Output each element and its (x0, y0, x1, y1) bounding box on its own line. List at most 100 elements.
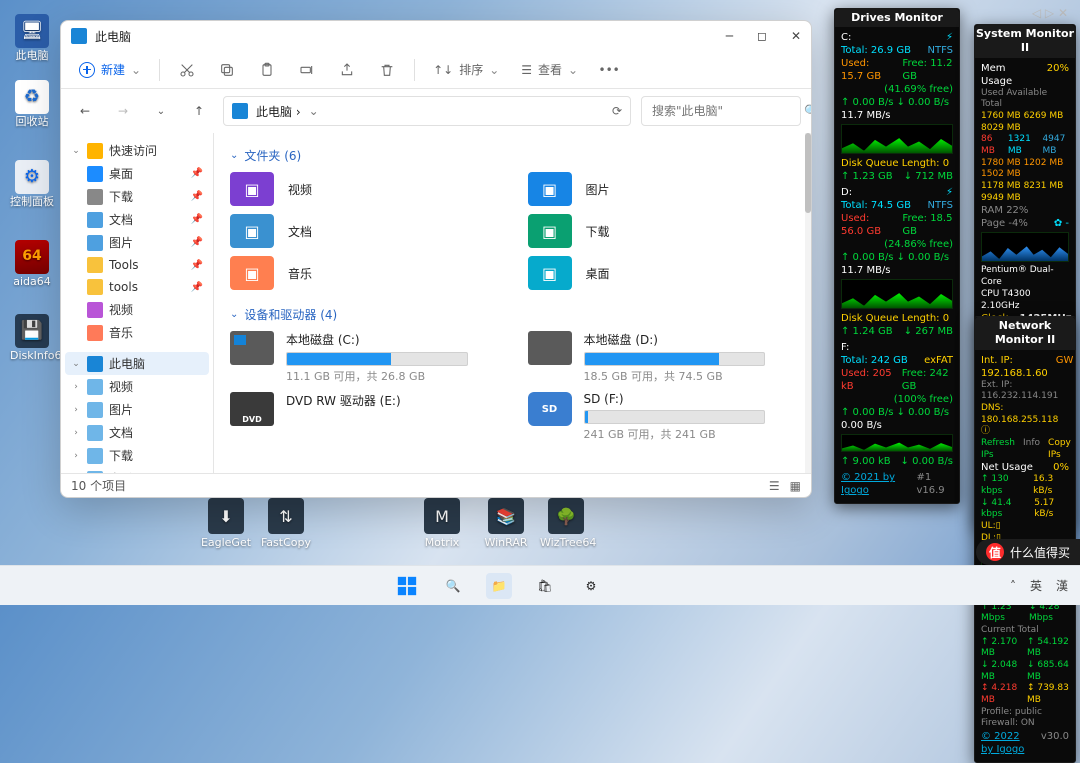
pc-icon (87, 356, 103, 372)
folder-图片[interactable]: ▣图片 (528, 172, 766, 206)
sidebar-item-文档[interactable]: 文档📌 (65, 208, 209, 231)
sort-dropdown[interactable]: ↑↓ 排序 ⌄ (423, 54, 509, 86)
up-button[interactable]: ↑ (185, 97, 213, 125)
window-icon (71, 28, 87, 44)
breadcrumb-dropdown-icon[interactable]: ⌄ (309, 104, 319, 118)
app-icon: 🌳 (548, 498, 584, 534)
app-icon: ⇅ (268, 498, 304, 534)
titlebar[interactable]: 此电脑 ─ ◻ ✕ (61, 21, 811, 51)
refresh-button[interactable]: ⟳ (612, 104, 622, 118)
rename-button[interactable] (288, 54, 326, 86)
cut-button[interactable] (168, 54, 206, 86)
gadget-top-controls[interactable]: ◁ ▷ ✕ (1032, 6, 1068, 20)
view-dropdown[interactable]: ☰ 查看 ⌄ (511, 54, 588, 86)
taskbar: 🔍 📁 🛍 ⚙ ˄ 英 漢 (0, 565, 1080, 605)
devices-group-header[interactable]: ⌄设备和驱动器 (4) (230, 306, 795, 323)
search-button[interactable]: 🔍 (440, 573, 466, 599)
desktop-icon-控制面板[interactable]: ⚙控制面板 (10, 160, 54, 208)
scrollbar[interactable] (805, 133, 811, 473)
maximize-button[interactable]: ◻ (757, 29, 767, 43)
desktop-icon-此电脑[interactable]: 🖥此电脑 (10, 14, 54, 62)
folder-icon: ▣ (528, 214, 572, 248)
new-button[interactable]: 新建 ⌄ (69, 54, 151, 86)
folder-桌面[interactable]: ▣桌面 (528, 256, 766, 290)
folders-group-header[interactable]: ⌄文件夹 (6) (230, 147, 795, 164)
close-button[interactable]: ✕ (791, 29, 801, 43)
breadcrumb-bar[interactable]: 此电脑 › ⌄ ⟳ (223, 96, 631, 126)
desktop-icon-回收站[interactable]: ♻回收站 (10, 80, 54, 128)
system-tray[interactable]: ˄ 英 漢 (998, 577, 1080, 594)
app-icon: 64 (15, 240, 49, 274)
sidebar-this-pc[interactable]: ⌄ 此电脑 (65, 352, 209, 375)
details-view-button[interactable]: ☰ (769, 479, 780, 493)
sidebar-item-图片[interactable]: ›图片 (65, 398, 209, 421)
sidebar-item-视频[interactable]: 视频 (65, 298, 209, 321)
copy-button[interactable] (208, 54, 246, 86)
folder-icon: ▣ (528, 172, 572, 206)
folder-icon: ▣ (230, 256, 274, 290)
sidebar-quick-access[interactable]: ⌄ 快速访问 (65, 139, 209, 162)
credit-link[interactable]: © 2021 by Igogo (841, 471, 908, 497)
sidebar-item-文档[interactable]: ›文档 (65, 421, 209, 444)
drive-SD (F:)[interactable]: SDSD (F:)241 GB 可用，共 241 GB (528, 392, 766, 442)
sidebar-item-tools[interactable]: tools📌 (65, 276, 209, 298)
share-button[interactable] (328, 54, 366, 86)
back-button[interactable]: ← (71, 97, 99, 125)
ime-indicator[interactable]: 英 (1030, 577, 1042, 594)
sidebar-item-下载[interactable]: 下载📌 (65, 185, 209, 208)
folder-文档[interactable]: ▣文档 (230, 214, 468, 248)
paste-button[interactable] (248, 54, 286, 86)
delete-button[interactable] (368, 54, 406, 86)
desktop-icon-WizTree64[interactable]: 🌳WizTree64 (540, 498, 592, 549)
folder-下载[interactable]: ▣下载 (528, 214, 766, 248)
credit-link[interactable]: © 2022 by Igogo (981, 730, 1033, 756)
folder-icon (87, 189, 103, 205)
forward-button[interactable]: → (109, 97, 137, 125)
desktop-icon-Motrix[interactable]: MMotrix (416, 498, 468, 549)
search-input[interactable] (650, 103, 804, 119)
drive-DVD RW 驱动器 (E:)[interactable]: DVDDVD RW 驱动器 (E:) (230, 392, 468, 442)
desktop-icon-WinRAR[interactable]: 📚WinRAR (480, 498, 532, 549)
folder-音乐[interactable]: ▣音乐 (230, 256, 468, 290)
drive-本地磁盘 (C:)[interactable]: 本地磁盘 (C:)11.1 GB 可用，共 26.8 GB (230, 331, 468, 384)
settings-button[interactable]: ⚙ (578, 573, 604, 599)
folder-icon (87, 235, 103, 251)
sidebar-item-下载[interactable]: ›下载 (65, 444, 209, 467)
sidebar-item-桌面[interactable]: 桌面📌 (65, 162, 209, 185)
search-icon: 🔍 (804, 104, 812, 118)
app-icon: ♻ (15, 80, 49, 114)
sidebar-item-图片[interactable]: 图片📌 (65, 231, 209, 254)
search-box[interactable]: 🔍 (641, 96, 801, 126)
file-explorer-window: 此电脑 ─ ◻ ✕ 新建 ⌄ ↑↓ 排序 ⌄ ☰ 查看 ⌄ ••• ← → ⌄ … (60, 20, 812, 498)
pin-icon: 📌 (191, 191, 203, 202)
app-icon: ⚙ (15, 160, 49, 194)
app-icon: 🖥 (15, 14, 49, 48)
recent-dropdown[interactable]: ⌄ (147, 97, 175, 125)
drive-本地磁盘 (D:)[interactable]: 本地磁盘 (D:)18.5 GB 可用，共 74.5 GB (528, 331, 766, 384)
desktop-icon-aida64[interactable]: 64aida64 (10, 240, 54, 288)
pin-icon: 📌 (191, 214, 203, 225)
sidebar-item-Tools[interactable]: Tools📌 (65, 254, 209, 276)
file-explorer-taskbar[interactable]: 📁 (486, 573, 512, 599)
sidebar: ⌄ 快速访问 桌面📌下载📌文档📌图片📌Tools📌tools📌视频音乐 ⌄ 此电… (61, 133, 214, 473)
folder-icon (87, 166, 103, 182)
desktop-icon-FastCopy[interactable]: ⇅FastCopy (260, 498, 312, 549)
sidebar-item-视频[interactable]: ›视频 (65, 375, 209, 398)
folder-icon (87, 448, 103, 464)
folder-icon (87, 379, 103, 395)
desktop-icon-DiskInfo64[interactable]: 💾DiskInfo64 (10, 314, 54, 362)
thumbnails-view-button[interactable]: ▦ (790, 479, 801, 493)
more-button[interactable]: ••• (590, 54, 628, 86)
folder-视频[interactable]: ▣视频 (230, 172, 468, 206)
folder-icon: ▣ (230, 214, 274, 248)
ime-indicator-2[interactable]: 漢 (1056, 577, 1068, 594)
tray-chevron-icon[interactable]: ˄ (1010, 579, 1016, 593)
desktop-icon-EagleGet[interactable]: ⬇EagleGet (200, 498, 252, 549)
start-button[interactable] (394, 573, 420, 599)
minimize-button[interactable]: ─ (726, 29, 733, 43)
pin-icon: 📌 (191, 282, 203, 293)
breadcrumb-text: 此电脑 › (256, 103, 301, 120)
drives-monitor-gadget[interactable]: Drives Monitor C:⚡ Total: 26.9 GBNTFS Us… (834, 8, 960, 504)
store-button[interactable]: 🛍 (532, 573, 558, 599)
sidebar-item-音乐[interactable]: 音乐 (65, 321, 209, 344)
